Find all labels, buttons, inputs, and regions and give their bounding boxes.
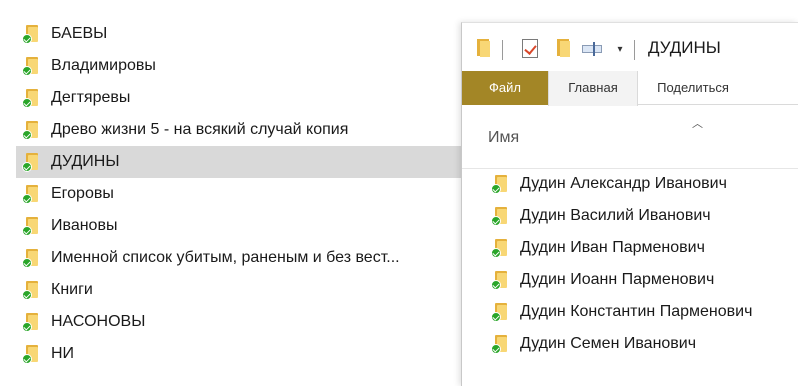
synced-folder-icon xyxy=(491,270,508,290)
list-item[interactable]: Дудин Константин Парменович xyxy=(462,296,798,328)
folder-item[interactable]: Владимировы xyxy=(0,50,462,82)
sort-ascending-icon: ︿ xyxy=(692,118,703,130)
folder-label: Древо жизни 5 - на всякий случай копия xyxy=(51,121,349,138)
list-item[interactable]: Дудин Иван Парменович xyxy=(462,232,798,264)
folder-list: БАЕВЫ Владимировы Дегтяревы Древо жизни … xyxy=(0,18,462,370)
tab-share[interactable]: Поделиться xyxy=(638,71,748,105)
ribbon-tabs: Файл Главная Поделиться xyxy=(462,71,798,106)
list-item[interactable]: Дудин Василий Иванович xyxy=(462,200,798,232)
folder-item[interactable]: Егоровы xyxy=(0,178,462,210)
folder-item[interactable]: Ивановы xyxy=(0,210,462,242)
tab-home[interactable]: Главная xyxy=(548,71,638,106)
toolbar-divider xyxy=(634,40,635,60)
list-item[interactable]: Дудин Иоанн Парменович xyxy=(462,264,798,296)
folder-label: Именной список убитым, раненым и без вес… xyxy=(51,249,400,266)
folder-item[interactable]: НАСОНОВЫ xyxy=(0,306,462,338)
folder-item[interactable]: БАЕВЫ xyxy=(0,18,462,50)
file-list: Дудин Александр Иванович Дудин Василий И… xyxy=(462,168,798,360)
synced-folder-icon xyxy=(491,302,508,322)
list-item[interactable]: Дудин Александр Иванович xyxy=(462,168,798,200)
synced-folder-icon xyxy=(22,152,39,172)
tab-file[interactable]: Файл xyxy=(462,71,548,105)
properties-icon[interactable] xyxy=(522,39,538,58)
item-label: Дудин Константин Парменович xyxy=(520,303,753,320)
folder-item-selected[interactable]: ДУДИНЫ xyxy=(16,146,462,178)
synced-folder-icon xyxy=(22,88,39,108)
folder-label: БАЕВЫ xyxy=(51,25,108,42)
folder-label: Владимировы xyxy=(51,57,156,74)
synced-folder-icon xyxy=(491,206,508,226)
column-header-name[interactable]: Имя xyxy=(488,129,519,147)
synced-folder-icon xyxy=(491,238,508,258)
item-label: Дудин Иоанн Парменович xyxy=(520,271,715,288)
synced-folder-icon xyxy=(491,174,508,194)
folder-label: НИ xyxy=(51,345,75,362)
window-title: ДУДИНЫ xyxy=(648,38,721,57)
folder-item[interactable]: Древо жизни 5 - на всякий случай копия xyxy=(0,114,462,146)
folder-item[interactable]: Именной список убитым, раненым и без вес… xyxy=(0,242,462,274)
folder-label: Дегтяревы xyxy=(51,89,131,106)
synced-folder-icon xyxy=(22,184,39,204)
customize-toolbar-dropdown-icon[interactable]: ▾ xyxy=(613,44,627,56)
synced-folder-icon xyxy=(22,216,39,236)
synced-folder-icon xyxy=(22,312,39,332)
toolbar-divider xyxy=(502,40,503,60)
folder-item[interactable]: Книги xyxy=(0,274,462,306)
rename-icon[interactable] xyxy=(582,42,606,56)
synced-folder-icon xyxy=(491,334,508,354)
new-folder-icon[interactable] xyxy=(557,39,570,57)
synced-folder-icon xyxy=(22,56,39,76)
synced-folder-icon xyxy=(22,280,39,300)
folder-label: Книги xyxy=(51,281,93,298)
synced-folder-icon xyxy=(22,344,39,364)
item-label: Дудин Василий Иванович xyxy=(520,207,711,224)
synced-folder-icon xyxy=(22,120,39,140)
explorer-window: ▾ ДУДИНЫ Файл Главная Поделиться ︿ Имя Д… xyxy=(461,22,798,386)
folder-item[interactable]: НИ xyxy=(0,338,462,370)
synced-folder-icon xyxy=(22,24,39,44)
folder-label: Егоровы xyxy=(51,185,114,202)
folder-icon xyxy=(477,39,490,57)
quick-access-toolbar: ▾ ДУДИНЫ xyxy=(462,23,798,71)
item-label: Дудин Семен Иванович xyxy=(520,335,697,352)
folder-label: ДУДИНЫ xyxy=(51,153,120,170)
folder-label: НАСОНОВЫ xyxy=(51,313,146,330)
item-label: Дудин Иван Парменович xyxy=(520,239,705,256)
folder-label: Ивановы xyxy=(51,217,118,234)
item-label: Дудин Александр Иванович xyxy=(520,175,727,192)
folder-item[interactable]: Дегтяревы xyxy=(0,82,462,114)
synced-folder-icon xyxy=(22,248,39,268)
list-item[interactable]: Дудин Семен Иванович xyxy=(462,328,798,360)
